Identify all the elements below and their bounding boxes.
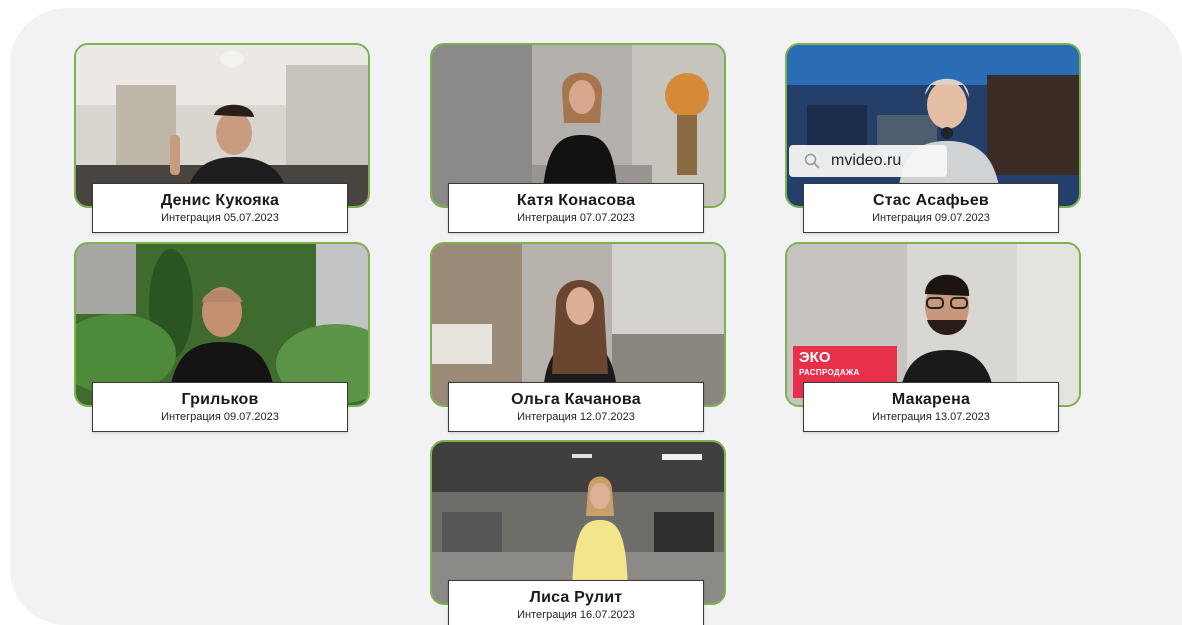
integration-date: Интеграция 16.07.2023: [517, 609, 635, 621]
person-name: Грильков: [181, 391, 259, 408]
search-overlay: mvideo.ru: [789, 145, 947, 177]
integration-date: Интеграция 07.07.2023: [517, 212, 635, 224]
person-name: Катя Конасова: [516, 192, 636, 209]
promo-line1: ЭКО: [799, 349, 831, 366]
video-card[interactable]: Лиса Рулит Интеграция 16.07.2023: [430, 440, 726, 625]
video-caption: Ольга Качанова Интеграция 12.07.2023: [448, 382, 704, 432]
video-card[interactable]: ЭКО РАСПРОДАЖА Макарена Интеграция 13.07…: [785, 242, 1081, 432]
person-name: Лиса Рулит: [529, 589, 623, 606]
video-card[interactable]: Грильков Интеграция 09.07.2023: [74, 242, 370, 432]
person-name: Ольга Качанова: [511, 391, 641, 408]
promo-line2: РАСПРОДАЖА: [799, 368, 860, 377]
video-gallery-panel: Денис Кукояка Интеграция 05.07.2023 Катя…: [10, 8, 1182, 625]
person-name: Макарена: [891, 391, 971, 408]
video-caption: Грильков Интеграция 09.07.2023: [92, 382, 348, 432]
integration-date: Интеграция 05.07.2023: [161, 212, 279, 224]
search-icon: [804, 153, 820, 169]
video-card[interactable]: Ольга Качанова Интеграция 12.07.2023: [430, 242, 726, 432]
search-text: mvideo.ru: [831, 152, 902, 169]
person-name: Денис Кукояка: [160, 192, 280, 209]
video-card[interactable]: Денис Кукояка Интеграция 05.07.2023: [74, 43, 370, 233]
integration-date: Интеграция 09.07.2023: [161, 411, 279, 423]
person-name: Стас Асафьев: [873, 192, 989, 209]
video-caption: Денис Кукояка Интеграция 05.07.2023: [92, 183, 348, 233]
integration-date: Интеграция 13.07.2023: [872, 411, 990, 423]
video-caption: Лиса Рулит Интеграция 16.07.2023: [448, 580, 704, 625]
integration-date: Интеграция 09.07.2023: [872, 212, 990, 224]
video-caption: Катя Конасова Интеграция 07.07.2023: [448, 183, 704, 233]
video-caption: Макарена Интеграция 13.07.2023: [803, 382, 1059, 432]
video-card[interactable]: Катя Конасова Интеграция 07.07.2023: [430, 43, 726, 233]
integration-date: Интеграция 12.07.2023: [517, 411, 635, 423]
video-card[interactable]: mvideo.ru Стас Асафьев Интеграция 09.07.…: [785, 43, 1081, 233]
video-caption: Стас Асафьев Интеграция 09.07.2023: [803, 183, 1059, 233]
